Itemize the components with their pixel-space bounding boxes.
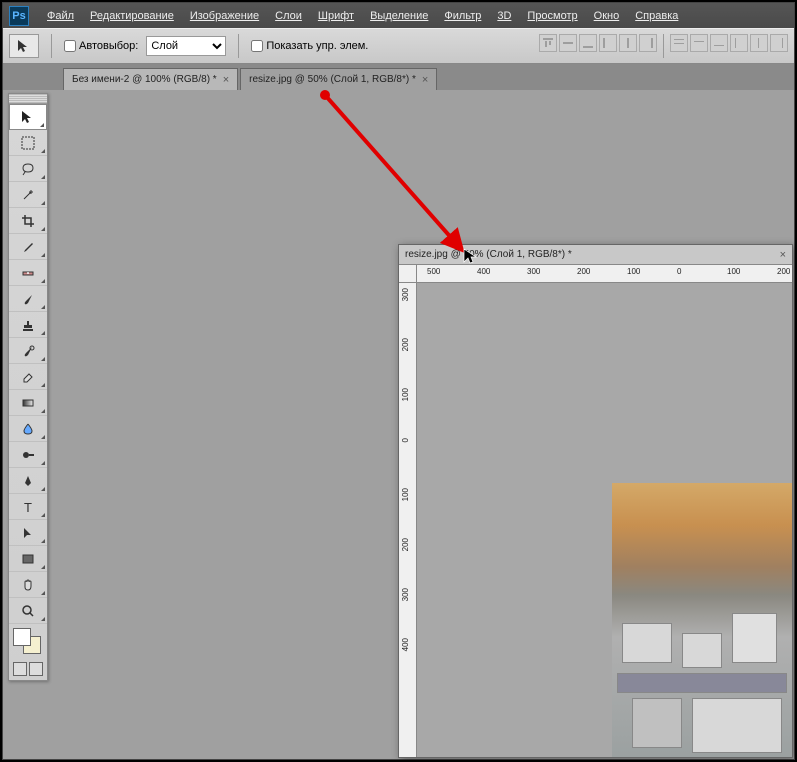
menu-image[interactable]: Изображение: [182, 10, 267, 22]
menu-3d[interactable]: 3D: [489, 10, 519, 22]
menu-view[interactable]: Просмотр: [519, 10, 585, 22]
show-controls-checkbox[interactable]: Показать упр. элем.: [251, 40, 368, 52]
menu-layers[interactable]: Слои: [267, 10, 310, 22]
image-content: [612, 483, 792, 757]
wand-tool[interactable]: [9, 182, 47, 208]
menu-help[interactable]: Справка: [627, 10, 686, 22]
color-swatches[interactable]: [9, 624, 47, 658]
menu-select[interactable]: Выделение: [362, 10, 436, 22]
distribute-left-icon[interactable]: [730, 34, 748, 52]
eraser-tool[interactable]: [9, 364, 47, 390]
vertical-ruler: 300 200 100 0 100 200 300 400: [399, 283, 417, 757]
toolbox-handle[interactable]: [9, 94, 47, 104]
standard-mode-icon[interactable]: [13, 662, 27, 676]
options-bar: Автовыбор: Слой Показать упр. элем.: [3, 28, 794, 64]
document-tab-strip: Без имени-2 @ 100% (RGB/8) * × resize.jp…: [3, 64, 794, 90]
path-select-tool[interactable]: [9, 520, 47, 546]
blur-tool[interactable]: [9, 416, 47, 442]
align-buttons: [539, 34, 788, 58]
align-left-icon[interactable]: [599, 34, 617, 52]
marquee-tool[interactable]: [9, 130, 47, 156]
brush-tool[interactable]: [9, 286, 47, 312]
close-icon[interactable]: ×: [422, 74, 428, 86]
distribute-hcenter-icon[interactable]: [750, 34, 768, 52]
healing-tool[interactable]: [9, 260, 47, 286]
menu-type[interactable]: Шрифт: [310, 10, 362, 22]
gradient-tool[interactable]: [9, 390, 47, 416]
toolbox[interactable]: T: [8, 93, 48, 681]
align-vcenter-icon[interactable]: [559, 34, 577, 52]
document-tab[interactable]: resize.jpg @ 50% (Слой 1, RGB/8*) * ×: [240, 68, 437, 90]
svg-text:T: T: [24, 500, 32, 514]
quickmask-mode-icon[interactable]: [29, 662, 43, 676]
autoselect-target-select[interactable]: Слой: [146, 36, 226, 56]
move-tool[interactable]: [9, 104, 47, 130]
photoshop-logo-icon: Ps: [9, 6, 29, 26]
horizontal-ruler: 500 400 300 200 100 0 100 200: [417, 265, 792, 283]
menu-window[interactable]: Окно: [586, 10, 628, 22]
autoselect-checkbox[interactable]: Автовыбор:: [64, 40, 138, 52]
close-icon[interactable]: ×: [780, 249, 786, 261]
pen-tool[interactable]: [9, 468, 47, 494]
distribute-vcenter-icon[interactable]: [690, 34, 708, 52]
distribute-right-icon[interactable]: [770, 34, 788, 52]
align-hcenter-icon[interactable]: [619, 34, 637, 52]
lasso-tool[interactable]: [9, 156, 47, 182]
menu-file[interactable]: Файл: [39, 10, 82, 22]
menu-filter[interactable]: Фильтр: [436, 10, 489, 22]
align-top-icon[interactable]: [539, 34, 557, 52]
canvas[interactable]: [417, 283, 792, 757]
distribute-top-icon[interactable]: [670, 34, 688, 52]
autoselect-input[interactable]: [64, 40, 76, 52]
stamp-tool[interactable]: [9, 312, 47, 338]
separator: [238, 34, 239, 58]
edit-modes: [9, 658, 47, 680]
floating-window-title: resize.jpg @ 50% (Слой 1, RGB/8*) *: [405, 249, 780, 260]
menu-edit[interactable]: Редактирование: [82, 10, 182, 22]
app-window: Ps Файл Редактирование Изображение Слои …: [2, 2, 795, 760]
history-brush-tool[interactable]: [9, 338, 47, 364]
eyedropper-tool[interactable]: [9, 234, 47, 260]
align-bottom-icon[interactable]: [579, 34, 597, 52]
show-controls-input[interactable]: [251, 40, 263, 52]
type-tool[interactable]: T: [9, 494, 47, 520]
distribute-bottom-icon[interactable]: [710, 34, 728, 52]
floating-window-titlebar[interactable]: resize.jpg @ 50% (Слой 1, RGB/8*) * ×: [399, 245, 792, 265]
dodge-tool[interactable]: [9, 442, 47, 468]
align-right-icon[interactable]: [639, 34, 657, 52]
foreground-color[interactable]: [13, 628, 31, 646]
separator: [51, 34, 52, 58]
ruler-corner: [399, 265, 417, 283]
show-controls-label: Показать упр. элем.: [266, 40, 368, 52]
autoselect-label: Автовыбор:: [79, 40, 138, 52]
separator: [663, 34, 664, 58]
move-tool-preset-icon[interactable]: [9, 34, 39, 58]
rectangle-tool[interactable]: [9, 546, 47, 572]
close-icon[interactable]: ×: [223, 74, 229, 86]
hand-tool[interactable]: [9, 572, 47, 598]
document-tab[interactable]: Без имени-2 @ 100% (RGB/8) * ×: [63, 68, 238, 90]
floating-document-window[interactable]: resize.jpg @ 50% (Слой 1, RGB/8*) * × 50…: [398, 244, 793, 758]
tab-label: Без имени-2 @ 100% (RGB/8) *: [72, 74, 217, 85]
tab-label: resize.jpg @ 50% (Слой 1, RGB/8*) *: [249, 74, 416, 85]
zoom-tool[interactable]: [9, 598, 47, 624]
crop-tool[interactable]: [9, 208, 47, 234]
titlebar: Ps Файл Редактирование Изображение Слои …: [3, 3, 794, 28]
main-menu: Файл Редактирование Изображение Слои Шри…: [39, 10, 686, 22]
